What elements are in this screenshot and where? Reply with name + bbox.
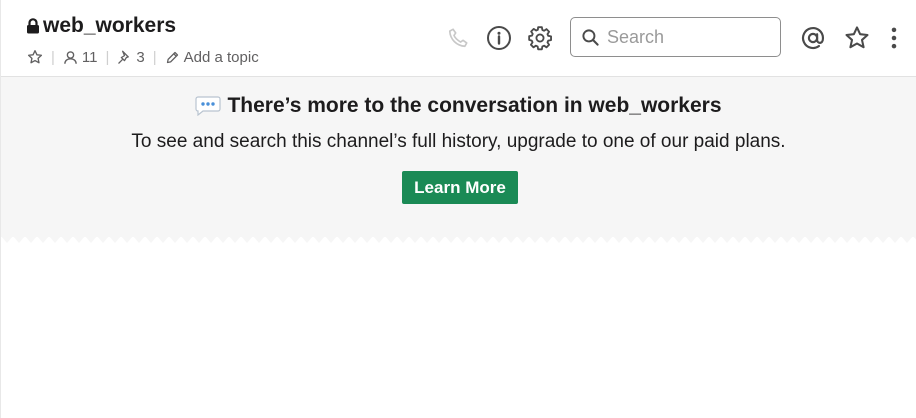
upsell-subtitle: To see and search this channel’s full hi… (131, 131, 786, 152)
pinned-count[interactable]: 3 (117, 48, 145, 66)
meta-divider: | (105, 48, 110, 66)
add-topic-link[interactable]: Add a topic (165, 49, 259, 66)
channel-details-button[interactable] (485, 24, 513, 52)
phone-icon (447, 27, 469, 49)
pinned-count-value: 3 (136, 48, 145, 66)
speech-bubble-icon (195, 96, 222, 116)
more-vertical-icon (881, 25, 907, 51)
more-actions-button[interactable] (880, 24, 908, 52)
upsell-title: There’s more to the conversation in web_… (1, 94, 916, 118)
channel-header: web_workers | 11 | 3 | Add a topic Searc… (1, 0, 916, 77)
meta-divider: | (152, 48, 157, 66)
search-box[interactable] (570, 17, 781, 57)
channel-title[interactable]: web_workers (26, 14, 176, 38)
learn-more-button[interactable]: Learn More (402, 171, 518, 204)
meta-divider: | (51, 48, 55, 66)
member-count[interactable]: 11 (63, 48, 98, 66)
call-button[interactable] (444, 24, 472, 52)
search-input[interactable] (607, 26, 767, 48)
history-upsell-banner: There’s more to the conversation in web_… (1, 77, 916, 237)
star-icon (844, 25, 870, 51)
channel-meta: | 11 | 3 | Add a topic (27, 47, 259, 67)
member-count-value: 11 (81, 48, 98, 66)
upsell-title-text: There’s more to the conversation in web_… (227, 94, 722, 117)
channel-name: web_workers (43, 14, 177, 37)
channel-settings-button[interactable] (526, 24, 554, 52)
add-topic-label: Add a topic (183, 48, 259, 66)
torn-edge-divider (1, 236, 916, 243)
pencil-icon (165, 50, 180, 65)
starred-items-button[interactable] (843, 24, 871, 52)
star-outline-icon[interactable] (27, 49, 43, 65)
pin-icon (117, 50, 132, 65)
at-sign-icon (800, 25, 826, 51)
person-icon (63, 50, 78, 65)
search-icon (581, 28, 600, 47)
channel-view: web_workers | 11 | 3 | Add a topic Searc… (0, 0, 916, 418)
info-icon (486, 25, 512, 51)
mentions-button[interactable] (799, 24, 827, 52)
gear-icon (527, 25, 553, 51)
lock-icon (26, 18, 40, 34)
